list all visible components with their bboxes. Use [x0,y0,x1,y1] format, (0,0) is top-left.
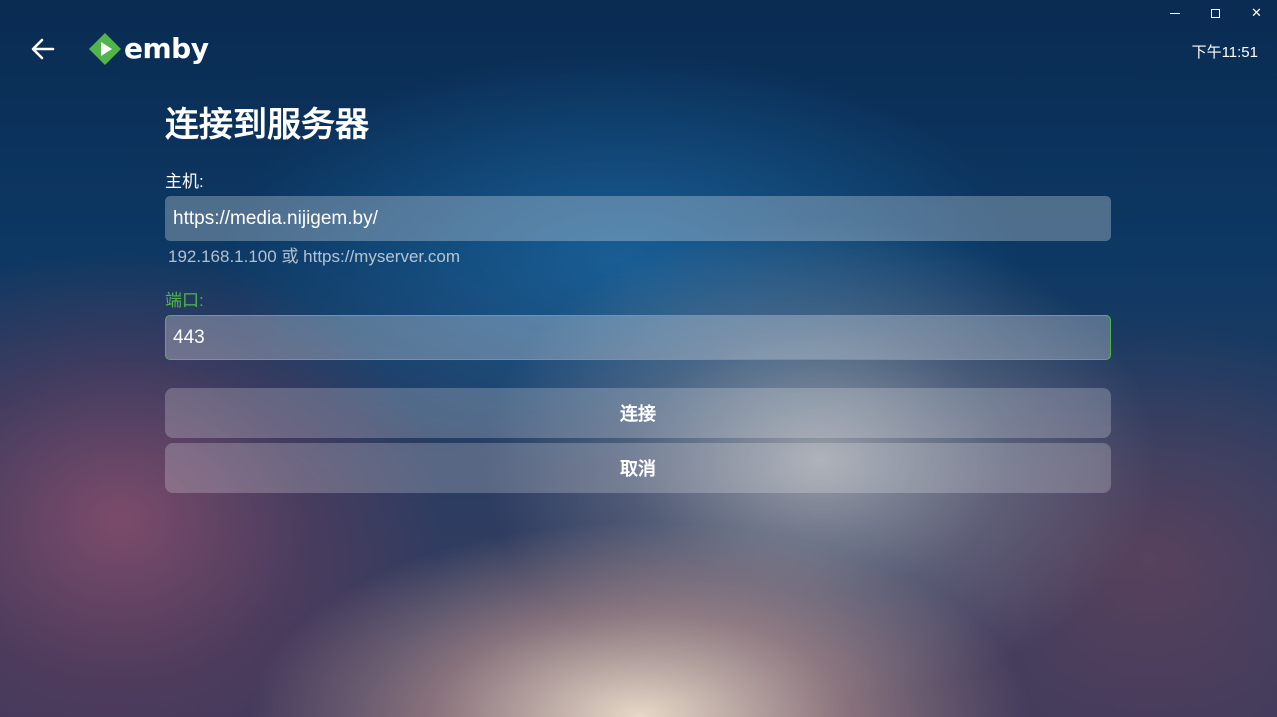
host-label: 主机: [165,172,204,191]
connect-button[interactable]: 连接 [165,388,1111,438]
host-hint: 192.168.1.100 或 https://myserver.com [168,247,460,266]
arrow-left-icon [31,38,55,60]
port-input[interactable] [165,315,1111,360]
logo-text: emby [124,32,209,65]
close-icon: ✕ [1251,5,1262,21]
minimize-button[interactable] [1154,0,1195,26]
maximize-icon [1211,8,1220,18]
port-field-group: 端口: [165,289,1111,360]
emby-logo: emby [88,32,209,66]
host-input[interactable] [165,196,1111,241]
minimize-icon [1169,12,1180,14]
maximize-button[interactable] [1195,0,1236,26]
page-title: 连接到服务器 [165,106,369,144]
cancel-button[interactable]: 取消 [165,443,1111,493]
port-label: 端口: [165,291,204,310]
host-field-group: 主机: 192.168.1.100 或 https://myserver.com [165,170,1111,269]
back-button[interactable] [28,34,58,64]
close-button[interactable]: ✕ [1236,0,1277,26]
clock: 下午11:51 [1191,44,1258,61]
window-controls: ✕ [1154,0,1277,26]
connect-form: 连接到服务器 主机: 192.168.1.100 或 https://myser… [165,100,1111,493]
emby-logo-icon [89,33,121,65]
